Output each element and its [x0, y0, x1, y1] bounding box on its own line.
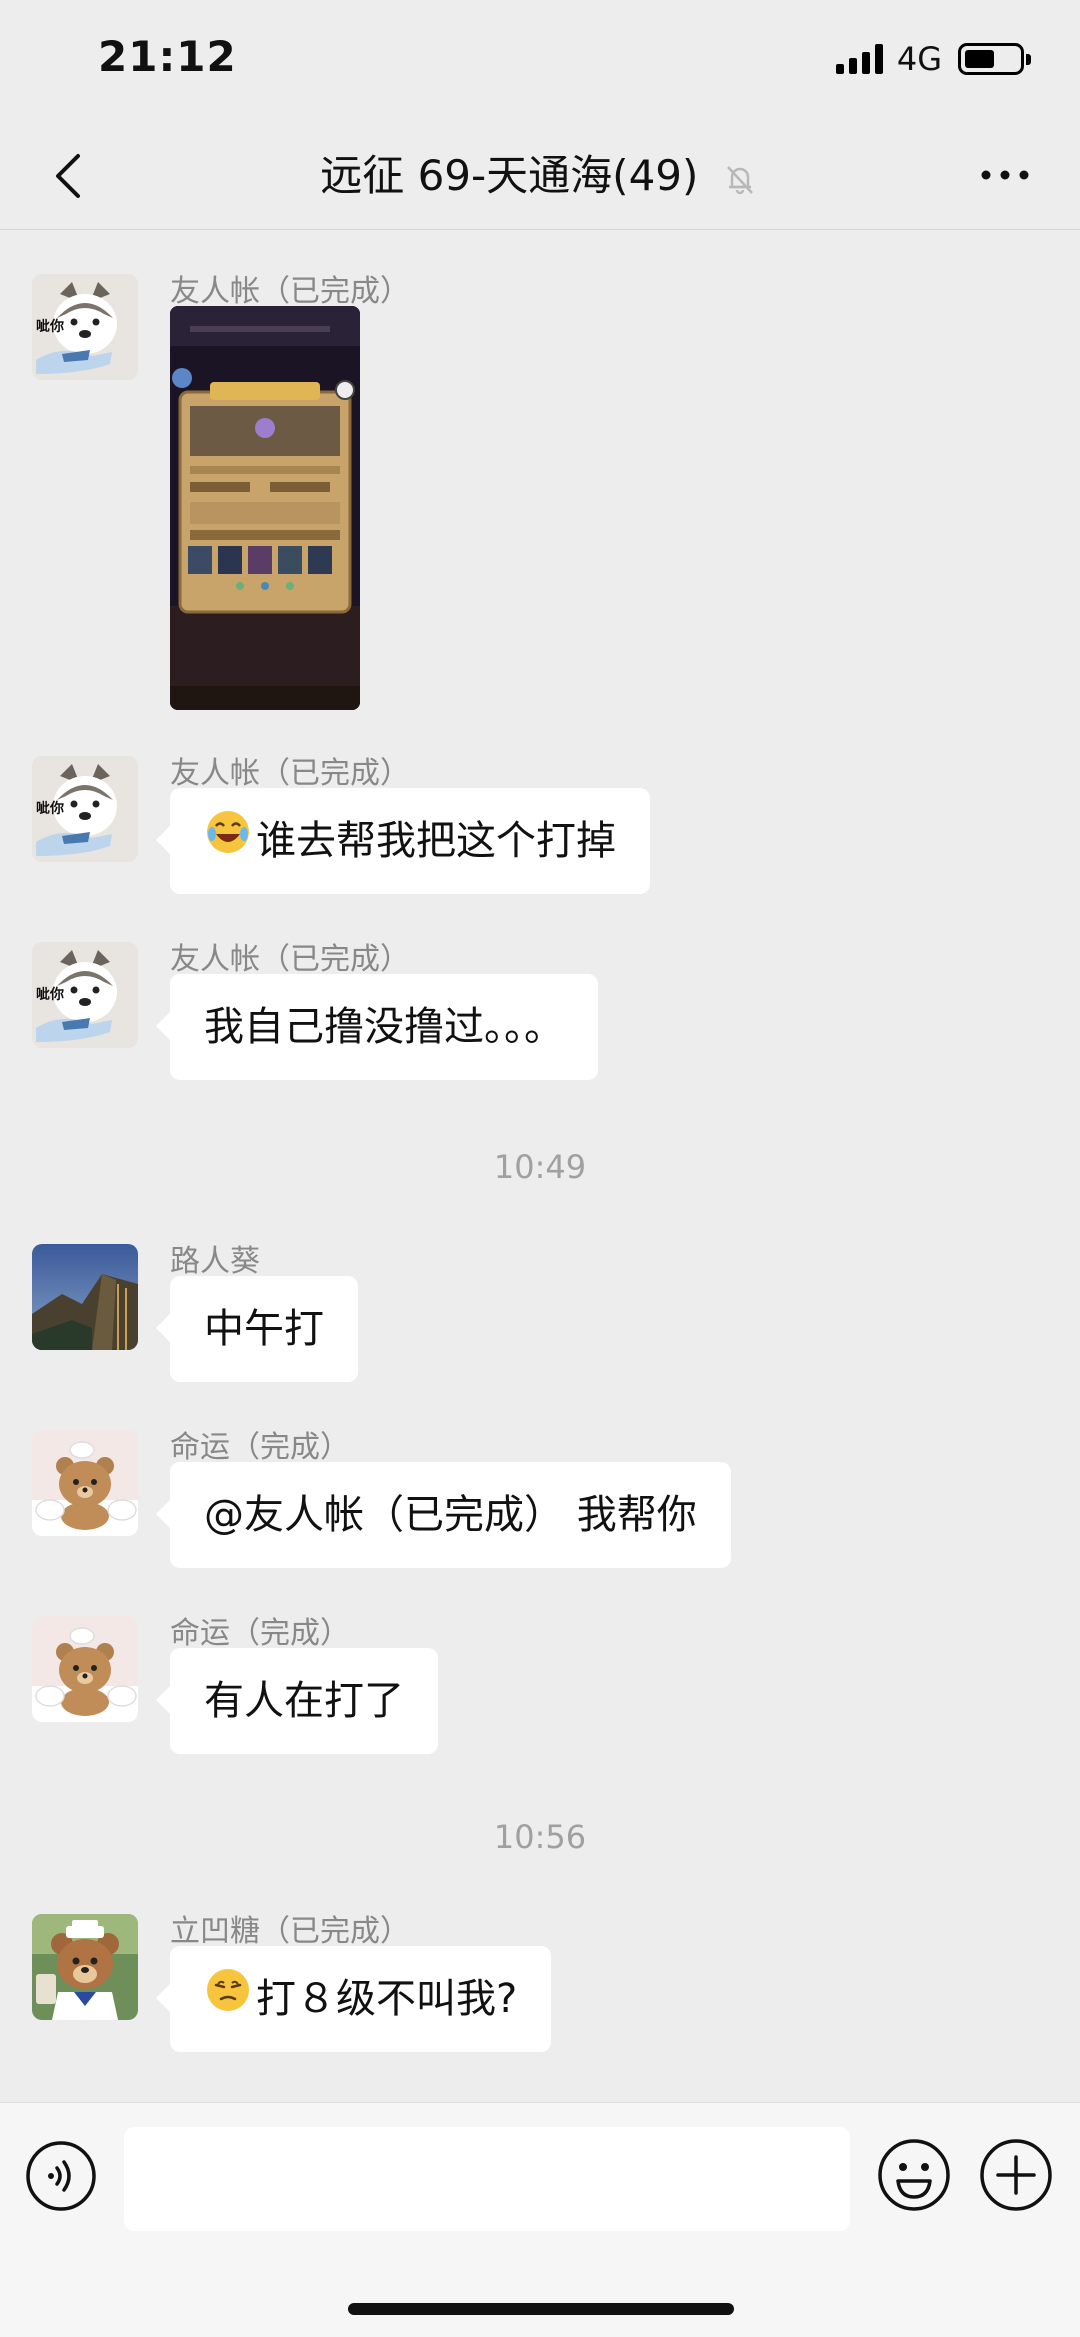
status-bar: 21:12 4G: [0, 0, 1080, 120]
laughing-emoji-icon: [204, 790, 252, 896]
message-input[interactable]: [124, 2127, 850, 2231]
bear-avatar-icon: [32, 1616, 138, 1722]
message-bubble[interactable]: 有人在打了: [156, 1648, 438, 1754]
time-divider: 10:49: [493, 1148, 587, 1186]
message-bubble[interactable]: 谁去帮我把这个打掉: [156, 788, 650, 896]
image-message[interactable]: [170, 306, 360, 710]
message-text: @友人帐（已完成） 我帮你: [204, 1492, 697, 1538]
home-indicator: [348, 2303, 734, 2315]
message-text: 我自己撸没撸过。。。: [204, 1004, 564, 1050]
avatar-caption: 呲你: [36, 987, 64, 1003]
input-bar: [0, 2102, 1080, 2337]
avatar-caption: 呲你: [36, 801, 64, 817]
message-text: 中午打: [204, 1306, 324, 1352]
avatar-caption: 呲你: [36, 319, 64, 335]
sender-name: 友人帐（已完成）: [170, 756, 410, 791]
message-text: 谁去帮我把这个打掉: [256, 818, 616, 864]
chat-title-text: 远征 69-天通海(49): [320, 151, 699, 200]
chat-title: 远征 69-天通海(49): [0, 142, 1080, 203]
bear-avatar-icon: [32, 1430, 138, 1536]
status-time: 21:12: [98, 32, 237, 81]
battery-icon: [958, 43, 1031, 75]
smirk-emoji-icon: [204, 1948, 252, 2054]
voice-icon: [26, 2141, 96, 2211]
avatar[interactable]: 呲你: [32, 274, 138, 380]
signal-icon: [835, 44, 883, 74]
duffy-bear-avatar-icon: [32, 1914, 138, 2020]
avatar[interactable]: [32, 1430, 138, 1536]
sender-name: 命运（完成）: [170, 1430, 350, 1465]
chat-header: 远征 69-天通海(49): [0, 120, 1080, 230]
avatar[interactable]: [32, 1914, 138, 2020]
plus-circle-icon: [980, 2139, 1052, 2211]
game-screenshot-image: [170, 306, 360, 710]
plus-button[interactable]: [978, 2137, 1054, 2213]
more-button[interactable]: [970, 150, 1040, 200]
bell-off-icon: [726, 165, 753, 194]
avatar[interactable]: 呲你: [32, 942, 138, 1048]
avatar[interactable]: 呲你: [32, 756, 138, 862]
message-text: 有人在打了: [204, 1678, 404, 1724]
more-dots-icon: [981, 170, 1029, 180]
time-divider: 10:56: [493, 1818, 587, 1856]
voice-button[interactable]: [24, 2139, 98, 2213]
message-text: 打８级不叫我?: [256, 1976, 518, 2022]
avatar[interactable]: [32, 1616, 138, 1722]
status-indicators: 4G: [835, 40, 1031, 78]
sender-name: 命运（完成）: [170, 1616, 350, 1651]
avatar[interactable]: [32, 1244, 138, 1350]
network-type: 4G: [896, 40, 942, 78]
city-avatar-icon: [32, 1244, 138, 1350]
message-bubble[interactable]: 打８级不叫我?: [155, 1946, 552, 2054]
sender-name: 路人葵: [170, 1244, 260, 1279]
sender-name: 友人帐（已完成）: [170, 274, 410, 309]
sender-name: 立凹糖（已完成）: [170, 1914, 410, 1949]
sender-name: 友人帐（已完成）: [170, 942, 410, 977]
smiley-icon: [878, 2139, 950, 2211]
message-bubble[interactable]: 我自己撸没撸过。。。: [156, 974, 598, 1080]
message-bubble[interactable]: @友人帐（已完成） 我帮你: [156, 1462, 731, 1568]
message-bubble[interactable]: 中午打: [156, 1276, 358, 1382]
emoji-button[interactable]: [876, 2137, 952, 2213]
